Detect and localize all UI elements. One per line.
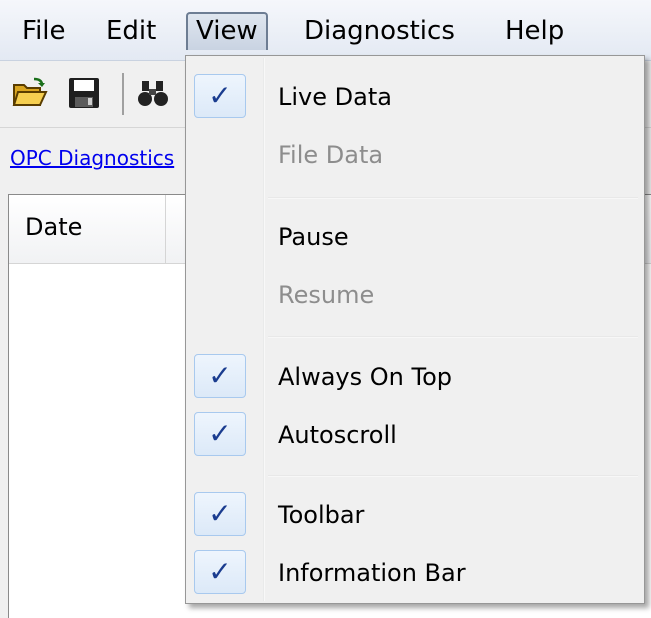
menu-file[interactable]: File bbox=[14, 12, 74, 50]
view-menu-dropdown: ✓ Live Data File Data Pause Resume ✓ Alw… bbox=[185, 55, 645, 604]
menu-item-label: Resume bbox=[278, 281, 375, 309]
menu-item-label: Autoscroll bbox=[278, 421, 397, 449]
checkmark-icon: ✓ bbox=[194, 74, 246, 118]
menu-item-resume: Resume bbox=[188, 270, 642, 320]
menu-separator bbox=[268, 475, 638, 477]
column-divider[interactable] bbox=[165, 195, 166, 263]
menu-item-autoscroll[interactable]: ✓ Autoscroll bbox=[188, 410, 642, 460]
menu-item-always-on-top[interactable]: ✓ Always On Top bbox=[188, 352, 642, 402]
menu-item-label: Live Data bbox=[278, 83, 392, 111]
menu-item-information-bar[interactable]: ✓ Information Bar bbox=[188, 548, 642, 598]
menu-separator bbox=[268, 336, 638, 338]
menu-item-label: File Data bbox=[278, 141, 384, 169]
save-icon[interactable] bbox=[66, 75, 102, 111]
column-header-date[interactable]: Date bbox=[25, 213, 82, 241]
menu-help[interactable]: Help bbox=[497, 12, 572, 50]
menu-item-label: Toolbar bbox=[278, 501, 365, 529]
menu-item-file-data: File Data bbox=[188, 130, 642, 180]
menu-separator bbox=[268, 197, 638, 199]
menu-item-label: Information Bar bbox=[278, 559, 466, 587]
checkmark-icon: ✓ bbox=[194, 412, 246, 456]
menu-edit[interactable]: Edit bbox=[98, 12, 164, 50]
checkmark-icon: ✓ bbox=[194, 354, 246, 398]
menu-item-live-data[interactable]: ✓ Live Data bbox=[188, 72, 642, 122]
menu-item-toolbar[interactable]: ✓ Toolbar bbox=[188, 490, 642, 540]
menu-view[interactable]: View bbox=[186, 12, 268, 50]
menu-diagnostics[interactable]: Diagnostics bbox=[296, 12, 463, 50]
menu-bar: File Edit View Diagnostics Help bbox=[0, 0, 651, 61]
binoculars-icon[interactable] bbox=[136, 75, 172, 111]
checkmark-icon: ✓ bbox=[194, 492, 246, 536]
open-folder-icon[interactable] bbox=[12, 75, 48, 111]
menu-item-pause[interactable]: Pause bbox=[188, 212, 642, 262]
checkmark-icon: ✓ bbox=[194, 550, 246, 594]
toolbar-separator bbox=[122, 73, 124, 115]
opc-diagnostics-link[interactable]: OPC Diagnostics bbox=[10, 146, 180, 170]
menu-item-label: Always On Top bbox=[278, 363, 452, 391]
menu-item-label: Pause bbox=[278, 223, 349, 251]
